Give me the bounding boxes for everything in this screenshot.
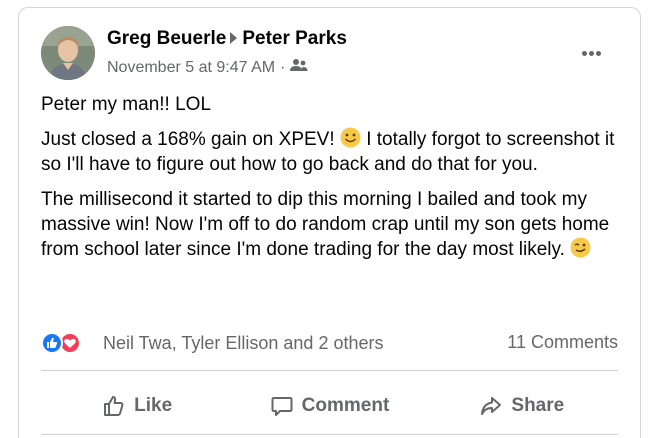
post-actions: Like Comment Share bbox=[41, 380, 618, 432]
share-label: Share bbox=[511, 395, 565, 416]
like-button[interactable]: Like bbox=[41, 380, 233, 432]
reactions-bar: Neil Twa, Tyler Ellison and 2 others 11 … bbox=[41, 330, 618, 356]
recipient-name[interactable]: Peter Parks bbox=[242, 28, 347, 49]
shared-to-arrow-icon bbox=[230, 32, 238, 45]
avatar[interactable] bbox=[41, 26, 95, 80]
post-text: The millisecond it started to dip this m… bbox=[41, 189, 610, 260]
share-button[interactable]: Share bbox=[426, 380, 618, 432]
winking-emoji-icon bbox=[570, 237, 591, 258]
share-icon bbox=[481, 397, 502, 415]
divider bbox=[41, 434, 618, 435]
comment-label: Comment bbox=[301, 395, 390, 416]
post-header: Greg Beuerle Peter Parks November 5 at 9:… bbox=[41, 24, 624, 80]
smiling-emoji-icon bbox=[340, 127, 361, 148]
friends-icon[interactable] bbox=[290, 58, 308, 77]
post-card: Greg Beuerle Peter Parks November 5 at 9:… bbox=[18, 7, 641, 438]
comment-button[interactable]: Comment bbox=[233, 380, 425, 432]
comments-count[interactable]: 11 Comments bbox=[507, 332, 618, 353]
post-paragraph: Peter my man!! LOL bbox=[41, 94, 212, 115]
post-meta: November 5 at 9:47 AM · bbox=[107, 58, 308, 77]
thumbs-up-icon bbox=[104, 396, 124, 416]
meta-separator: · bbox=[280, 58, 286, 76]
author-line: Greg Beuerle Peter Parks bbox=[107, 28, 347, 50]
post-timestamp[interactable]: November 5 at 9:47 AM bbox=[107, 59, 275, 77]
like-label: Like bbox=[134, 395, 173, 416]
post-paragraph: The millisecond it started to dip this m… bbox=[41, 187, 621, 262]
like-reaction-icon bbox=[41, 332, 63, 354]
reaction-icons[interactable] bbox=[41, 331, 93, 355]
post-body: Peter my man!! LOL Just closed a 168% ga… bbox=[41, 92, 621, 272]
post-paragraph: Just closed a 168% gain on XPEV! I total… bbox=[41, 127, 621, 177]
reactors-names[interactable]: Neil Twa, Tyler Ellison and 2 others bbox=[103, 333, 383, 354]
divider bbox=[41, 370, 618, 371]
comment-icon bbox=[271, 397, 293, 416]
more-options-icon[interactable] bbox=[582, 43, 606, 56]
author-name[interactable]: Greg Beuerle bbox=[107, 28, 226, 49]
post-text: Just closed a 168% gain on XPEV! bbox=[41, 129, 340, 150]
